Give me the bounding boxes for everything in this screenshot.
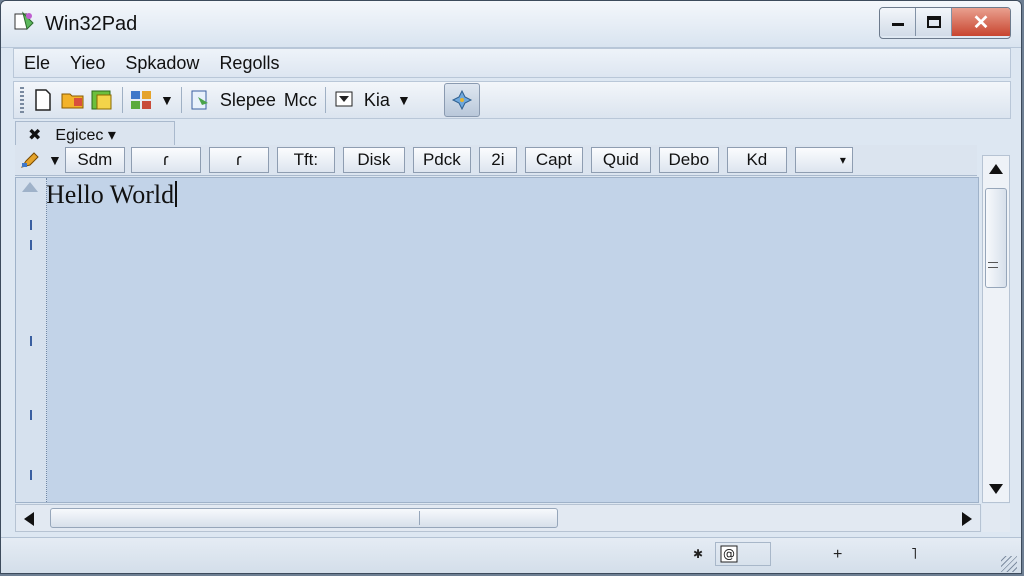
open-folder-icon: [61, 93, 84, 109]
menu-file[interactable]: Ele: [14, 53, 60, 74]
row-button-3[interactable]: Tft:: [276, 147, 335, 173]
toolbar-separator: [122, 87, 123, 113]
layout-button[interactable]: [127, 86, 157, 114]
svg-text:@: @: [723, 547, 735, 561]
close-icon: ✕: [972, 11, 990, 34]
gutter-mark: [30, 470, 32, 480]
scroll-left-arrow-icon[interactable]: [24, 512, 34, 526]
save-button[interactable]: [88, 86, 118, 114]
pencil-icon: [20, 152, 39, 168]
window-controls: ✕: [879, 7, 1011, 39]
tab-close-icon[interactable]: ✖: [28, 125, 41, 145]
main-window: Win32Pad ✕ Ele Yieo Spkadow Regolls ▼ Sl…: [0, 0, 1022, 574]
text-caret: [175, 181, 178, 207]
at-sign-icon: @: [720, 545, 738, 563]
maximize-button[interactable]: [916, 8, 952, 36]
gutter-top-marker: [22, 182, 38, 192]
gutter-mark: [30, 220, 32, 230]
open-folder-button[interactable]: [58, 86, 88, 114]
toolbar-label-3[interactable]: Kia: [364, 90, 390, 111]
row-button-8[interactable]: Quid: [590, 147, 651, 173]
menu-window[interactable]: Spkadow: [115, 53, 209, 74]
title-bar[interactable]: Win32Pad ✕: [1, 1, 1021, 48]
toolbar-label-2[interactable]: Mcc: [284, 90, 317, 111]
plus-icon: +: [833, 546, 843, 563]
row-button-4[interactable]: Disk: [342, 147, 405, 173]
scroll-down-arrow-icon[interactable]: [989, 484, 1003, 494]
document-icon: [191, 90, 208, 110]
text-editor[interactable]: Hello World: [15, 177, 979, 503]
tools-icon: [451, 89, 472, 111]
status-panel: @: [715, 542, 771, 566]
row-button-2[interactable]: ɾ: [208, 147, 269, 173]
menu-view[interactable]: Yieo: [60, 53, 115, 74]
row-button-9[interactable]: Debo: [658, 147, 719, 173]
style-button[interactable]: [330, 86, 360, 114]
marker-icon: ˥: [911, 546, 918, 563]
app-icon: [14, 11, 34, 30]
toolbar-grip[interactable]: [20, 87, 24, 113]
editor-content[interactable]: Hello World: [46, 180, 178, 210]
scroll-up-arrow-icon[interactable]: [989, 164, 1003, 174]
vertical-scrollbar[interactable]: [982, 155, 1010, 503]
row-dropdown[interactable]: ▾: [794, 147, 853, 173]
sdm-button[interactable]: Sdm: [64, 147, 125, 173]
tab-label: Egicec ▾: [55, 126, 116, 144]
tools-toggle-button[interactable]: [443, 83, 480, 117]
line-gutter: [16, 178, 47, 502]
row-button-7[interactable]: Capt: [524, 147, 583, 173]
scroll-right-arrow-icon[interactable]: [962, 512, 972, 526]
minimize-icon: [891, 23, 904, 26]
toolbar-separator: [324, 87, 326, 113]
save-icon: [91, 90, 112, 110]
resize-grip-icon[interactable]: [1001, 556, 1017, 572]
pencil-dropdown-arrow[interactable]: ▼: [48, 152, 62, 168]
scrollbar-corner: [982, 504, 1010, 532]
gutter-mark: [30, 410, 32, 420]
label-dropdown-arrow[interactable]: ▼: [397, 92, 411, 108]
gutter-mark: [30, 336, 32, 346]
layout-dropdown-arrow[interactable]: ▼: [160, 92, 174, 108]
row-button-5[interactable]: Pdck: [412, 147, 471, 173]
thumb-grip-icon: [988, 262, 998, 268]
vertical-scroll-thumb[interactable]: [985, 188, 1007, 288]
editor-button-row: ▼ Sdm ɾ ɾ Tft: Disk Pdck 2i Capt Quid De…: [15, 145, 977, 176]
horizontal-scroll-thumb[interactable]: [50, 508, 558, 528]
gutter-mark: [30, 240, 32, 250]
toolbar-label-1[interactable]: Slepee: [220, 90, 276, 111]
row-button-10[interactable]: Kd: [726, 147, 787, 173]
pencil-button[interactable]: [15, 146, 45, 174]
menu-tools[interactable]: Regolls: [209, 53, 289, 74]
editor-tab[interactable]: ✖ Egicec ▾: [15, 121, 175, 147]
new-file-icon: [35, 89, 51, 111]
close-button[interactable]: ✕: [952, 8, 1010, 36]
toolbar-separator: [180, 87, 182, 113]
window-title: Win32Pad: [45, 13, 138, 35]
main-toolbar: ▼ Slepee Mcc Kia ▼: [13, 81, 1011, 119]
layout-icon: [131, 91, 151, 109]
status-bar: ✱ @ + ˥: [1, 537, 1021, 573]
document-button[interactable]: [186, 86, 216, 114]
style-icon: [335, 91, 353, 107]
menu-bar: Ele Yieo Spkadow Regolls: [13, 48, 1011, 78]
row-button-1[interactable]: ɾ: [130, 147, 201, 173]
maximize-icon: [926, 16, 941, 28]
new-file-button[interactable]: [28, 86, 58, 114]
star-icon: ✱: [693, 547, 704, 561]
horizontal-scrollbar[interactable]: [15, 504, 981, 532]
row-button-6[interactable]: 2i: [478, 147, 517, 173]
minimize-button[interactable]: [880, 8, 916, 36]
